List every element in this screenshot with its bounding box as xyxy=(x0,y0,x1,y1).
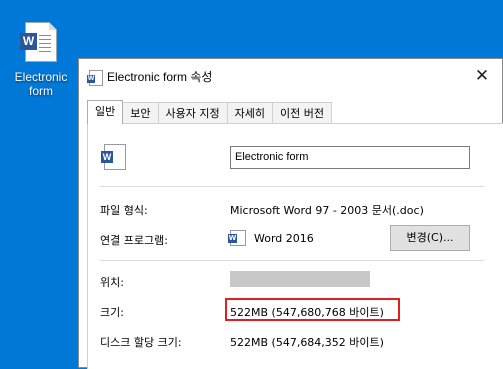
tab-previous-versions[interactable]: 이전 버전 xyxy=(271,102,332,124)
divider xyxy=(100,186,484,187)
title-bar[interactable]: W Electronic form 속성 ✕ xyxy=(79,59,502,93)
open-with-value: Word 2016 xyxy=(254,232,314,245)
divider xyxy=(100,260,484,261)
general-panel: W Electronic form 파일 형식: Microsoft Word … xyxy=(87,123,503,369)
change-button[interactable]: 변경(C)... xyxy=(390,225,470,251)
tab-general[interactable]: 일반 xyxy=(87,100,124,124)
close-button[interactable]: ✕ xyxy=(462,59,502,93)
size-on-disk-value: 522MB (547,684,352 바이트) xyxy=(230,336,384,349)
size-highlight-box xyxy=(225,298,400,321)
file-name-input[interactable]: Electronic form xyxy=(230,146,470,169)
word-document-icon: W xyxy=(20,22,57,62)
tab-strip: 일반 보안 사용자 지정 자세히 이전 버전 xyxy=(87,100,332,124)
tab-custom[interactable]: 사용자 지정 xyxy=(157,102,228,124)
tab-security[interactable]: 보안 xyxy=(122,102,159,124)
tab-details[interactable]: 자세히 xyxy=(226,102,273,124)
size-label: 크기: xyxy=(100,306,124,319)
location-label: 위치: xyxy=(100,276,124,289)
properties-dialog: W Electronic form 속성 ✕ 일반 보안 사용자 지정 자세히 … xyxy=(78,58,503,369)
word-app-icon: W xyxy=(228,230,246,246)
size-on-disk-label: 디스크 할당 크기: xyxy=(100,336,182,349)
word-document-icon: W xyxy=(87,70,103,86)
file-type-label: 파일 형식: xyxy=(100,204,148,217)
word-document-icon: W xyxy=(101,144,126,170)
open-with-label: 연결 프로그램: xyxy=(100,234,168,247)
desktop-icon-label: Electronic form xyxy=(14,70,68,98)
file-type-value: Microsoft Word 97 - 2003 문서(.doc) xyxy=(230,204,424,217)
dialog-title: Electronic form 속성 xyxy=(107,70,213,84)
desktop-file-electronic-form[interactable]: W Electronic form xyxy=(8,22,74,98)
location-value-redacted xyxy=(230,271,370,287)
